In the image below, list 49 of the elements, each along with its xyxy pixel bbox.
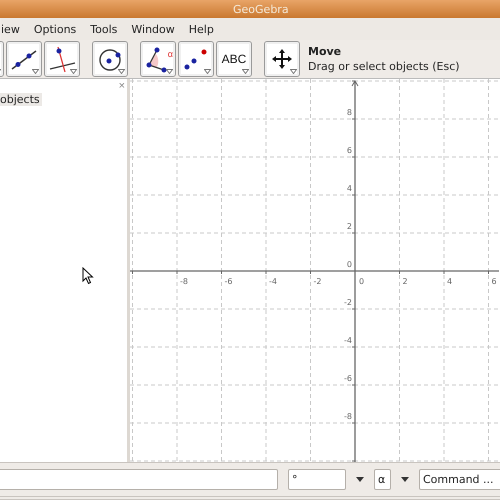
tool-name: Move xyxy=(308,45,342,58)
symbol-dropdown[interactable]: ° xyxy=(288,469,346,490)
dropdown-triangle-icon xyxy=(290,69,297,74)
axis-label: -8 xyxy=(180,277,188,286)
tool-button[interactable] xyxy=(6,41,42,77)
dropdown-triangle-icon xyxy=(166,69,173,74)
tool-button[interactable] xyxy=(178,41,214,77)
move-icon xyxy=(270,47,294,71)
axis-label: -4 xyxy=(269,277,277,286)
dropdown-triangle-icon xyxy=(118,69,125,74)
axis-label: 0 xyxy=(359,277,364,286)
axis-label: 0 xyxy=(346,260,352,269)
input-field[interactable] xyxy=(0,469,278,490)
tool-button[interactable] xyxy=(264,41,300,77)
axis-label: -4 xyxy=(344,336,352,345)
axis-label: -2 xyxy=(314,277,322,286)
menu-item[interactable]: Tools xyxy=(90,22,118,36)
axis-label: -8 xyxy=(344,412,352,421)
axis-label: 2 xyxy=(402,277,408,286)
axis-label: 6 xyxy=(346,146,352,155)
caret-icon[interactable] xyxy=(356,477,364,482)
tool-description: Drag or select objects (Esc) xyxy=(308,60,460,73)
tool-button[interactable] xyxy=(92,41,128,77)
window-title: GeoGebra xyxy=(233,2,289,16)
axis-label: -6 xyxy=(344,374,352,383)
dropdown-triangle-icon xyxy=(32,69,39,74)
dropdown-triangle-icon xyxy=(70,69,77,74)
command-dropdown[interactable]: Command ... xyxy=(419,469,500,490)
axis-label: -2 xyxy=(344,298,352,307)
axis-label: 4 xyxy=(346,184,352,193)
close-button[interactable]: × xyxy=(118,81,125,92)
axis-label: 6 xyxy=(492,277,497,286)
axis-label: 4 xyxy=(447,277,452,286)
axis-label: -6 xyxy=(224,277,232,286)
dropdown-triangle-icon xyxy=(242,69,249,74)
tool-button[interactable]: ABC xyxy=(216,41,252,77)
dropdown-triangle-icon xyxy=(204,69,211,74)
axis-label: 2 xyxy=(346,222,352,231)
caret-icon[interactable] xyxy=(401,477,409,482)
mouse-pointer-icon xyxy=(82,267,94,285)
menu-item[interactable]: iew xyxy=(1,22,20,36)
greek-letter-dropdown[interactable]: α xyxy=(374,469,391,490)
menu-item[interactable]: Options xyxy=(34,22,76,36)
objects-heading[interactable]: objects xyxy=(0,92,42,106)
axis-label: 8 xyxy=(346,108,352,117)
tool-button[interactable] xyxy=(44,41,80,77)
menu-item[interactable]: Window xyxy=(131,22,175,36)
menu-item[interactable]: Help xyxy=(188,22,214,36)
perpendicular-line-icon xyxy=(48,45,76,73)
